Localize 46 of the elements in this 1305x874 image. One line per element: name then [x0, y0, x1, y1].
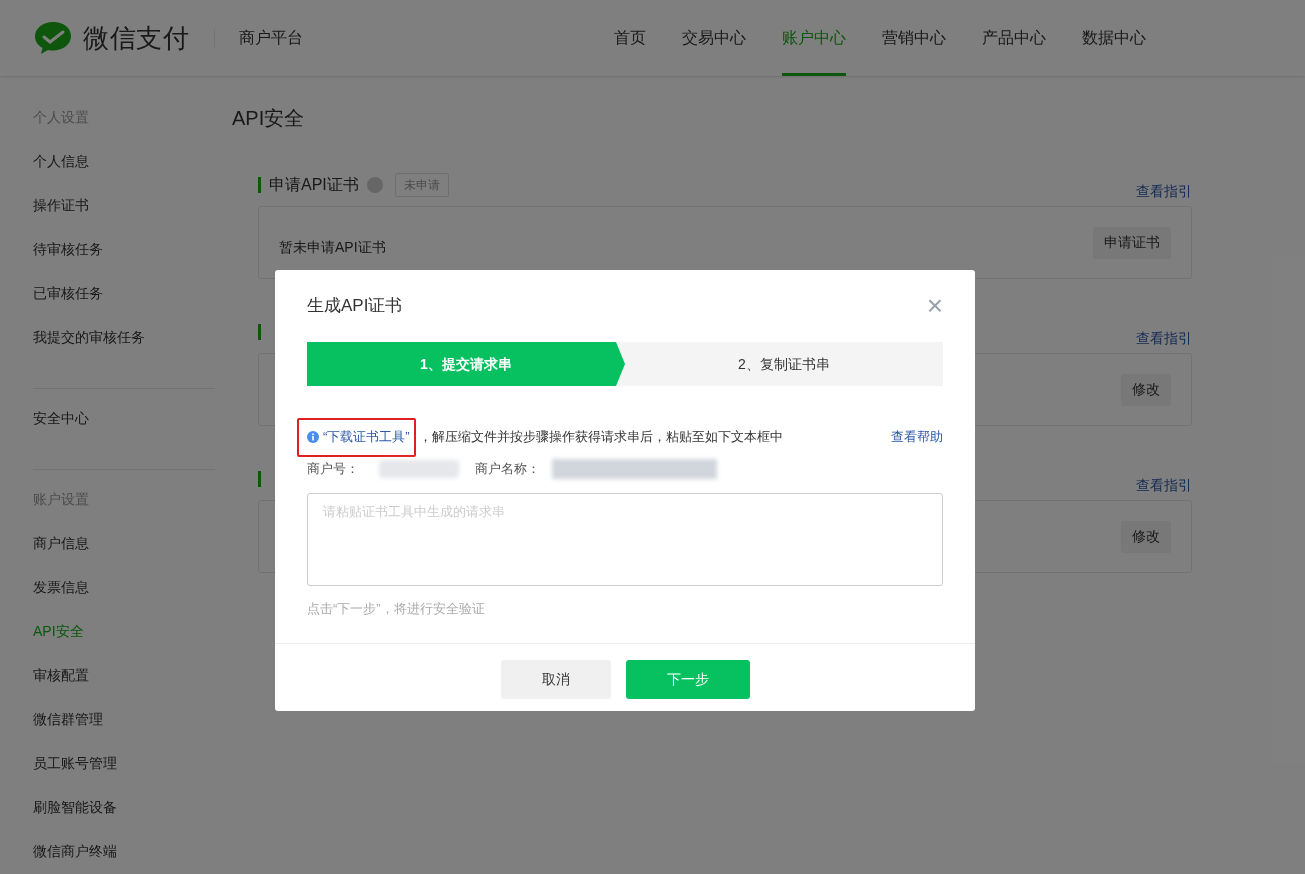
section-marker: [258, 324, 261, 340]
next-button[interactable]: 下一步: [625, 659, 750, 699]
sidebar-item[interactable]: 微信群管理: [33, 708, 103, 752]
nav-tab[interactable]: 首页: [614, 0, 646, 76]
merchant-name-label: 商户名称：: [475, 460, 540, 479]
card-button[interactable]: 申请证书: [1093, 226, 1171, 259]
close-button[interactable]: ×: [926, 292, 943, 320]
instruction-text: ，解压缩文件并按步骤操作获得请求串后，粘贴至如下文本框中: [418, 428, 783, 447]
section-marker: [258, 471, 261, 487]
nav-tab[interactable]: 产品中心: [982, 0, 1046, 76]
sidebar-item[interactable]: 发票信息: [33, 576, 89, 620]
sidebar-item[interactable]: 微信商户终端: [33, 840, 117, 874]
sidebar-item[interactable]: 刷脸智能设备: [33, 796, 117, 840]
nav-tab[interactable]: 营销中心: [882, 0, 946, 76]
platform-name: 商户平台: [238, 28, 303, 48]
sidebar-item[interactable]: 商户信息: [33, 532, 89, 576]
card-text: 暂未申请API证书: [279, 238, 386, 257]
nav-tab[interactable]: 数据中心: [1082, 0, 1146, 76]
card-button[interactable]: 修改: [1121, 373, 1171, 406]
sidebar-item[interactable]: 我提交的审核任务: [33, 326, 145, 370]
help-link[interactable]: 查看帮助: [891, 427, 943, 447]
sidebar-item[interactable]: 操作证书: [33, 194, 89, 238]
section-marker: [258, 177, 261, 193]
sidebar-item[interactable]: 待审核任务: [33, 238, 103, 282]
nav-tab[interactable]: 交易中心: [682, 0, 746, 76]
guide-link[interactable]: 查看指引: [1136, 180, 1192, 202]
help-icon[interactable]: [366, 177, 383, 193]
sidebar-item[interactable]: 安全中心: [33, 407, 89, 451]
wechat-pay-logo-icon: [33, 20, 73, 56]
info-icon: [307, 431, 319, 443]
dialog-title: 生成API证书: [307, 295, 403, 318]
sidebar-item[interactable]: 个人信息: [33, 150, 89, 194]
sidebar-item[interactable]: API安全: [33, 620, 84, 664]
download-link[interactable]: “下载证书工具”: [323, 427, 410, 447]
sidebar-item[interactable]: 已审核任务: [33, 282, 103, 326]
merchant-id-label: 商户号：: [307, 460, 359, 479]
sidebar-item[interactable]: 员工账号管理: [33, 752, 117, 796]
sidebar-item[interactable]: 审核配置: [33, 664, 89, 708]
nav-tab[interactable]: 账户中心: [782, 0, 846, 76]
cancel-button[interactable]: 取消: [500, 659, 611, 699]
section-title: 申请API证书: [269, 175, 359, 195]
logo-text: 微信支付: [83, 21, 190, 55]
guide-link[interactable]: 查看指引: [1136, 327, 1192, 349]
page-title: API安全: [232, 106, 306, 131]
card-button[interactable]: 修改: [1121, 520, 1171, 553]
guide-link[interactable]: 查看指引: [1136, 474, 1192, 496]
